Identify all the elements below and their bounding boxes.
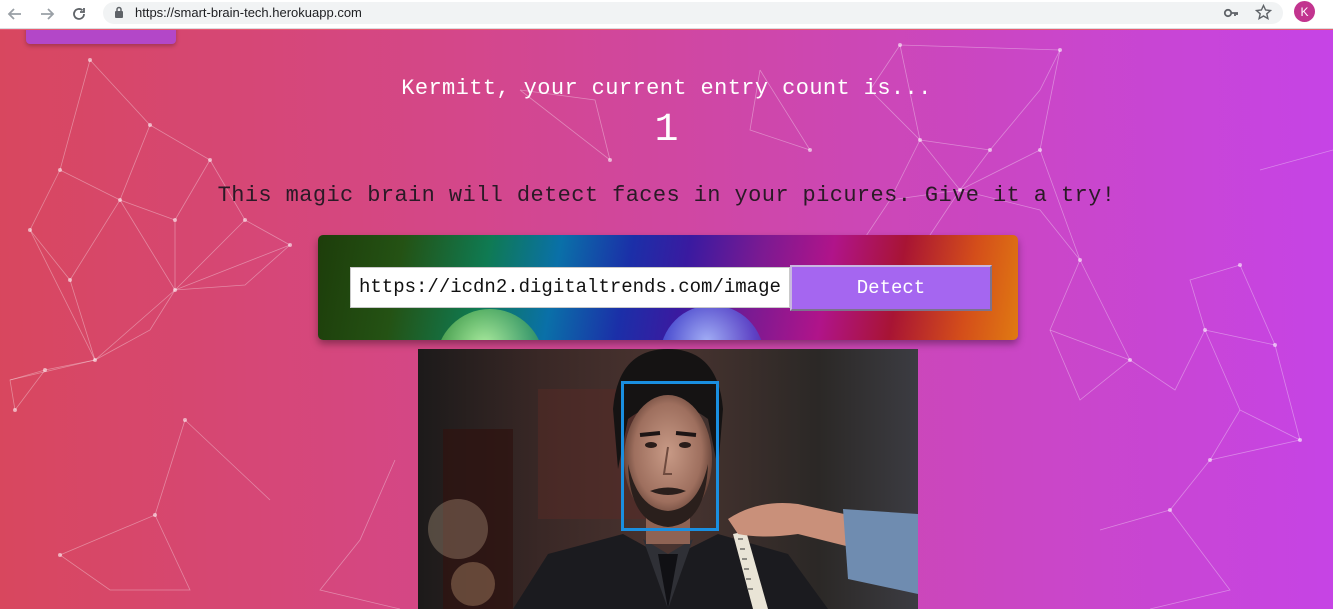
face-bounding-box (621, 381, 719, 531)
address-bar[interactable]: https://smart-brain-tech.herokuapp.com (103, 2, 1283, 24)
forward-button[interactable] (35, 2, 59, 26)
reload-icon (73, 8, 85, 20)
image-link-form: https://icdn2.digitaltrends.com/image De… (318, 235, 1018, 340)
key-icon[interactable] (1223, 5, 1239, 21)
detect-button[interactable]: Detect (790, 265, 992, 311)
url-text: https://smart-brain-tech.herokuapp.com (135, 5, 362, 20)
face-image (418, 349, 918, 609)
entry-count: 1 (654, 108, 679, 153)
arrow-right-icon (41, 8, 55, 20)
tagline: This magic brain will detect faces in yo… (217, 183, 1116, 208)
rank-message: Kermitt, your current entry count is... (401, 76, 932, 101)
bookmark-star-icon[interactable] (1255, 4, 1272, 21)
arrow-left-icon (7, 8, 21, 20)
page-content: Kermitt, your current entry count is... … (0, 30, 1333, 609)
decorative-bubble (436, 309, 544, 340)
browser-toolbar: https://smart-brain-tech.herokuapp.com K (0, 0, 1333, 29)
decorative-bubble (660, 305, 764, 340)
profile-initial: K (1300, 4, 1309, 19)
image-url-input[interactable]: https://icdn2.digitaltrends.com/image (350, 267, 790, 308)
lock-icon (115, 6, 123, 18)
reload-button[interactable] (67, 2, 91, 26)
back-button[interactable] (3, 2, 27, 26)
profile-avatar[interactable]: K (1294, 1, 1315, 22)
nav-button-partial[interactable] (26, 30, 176, 44)
